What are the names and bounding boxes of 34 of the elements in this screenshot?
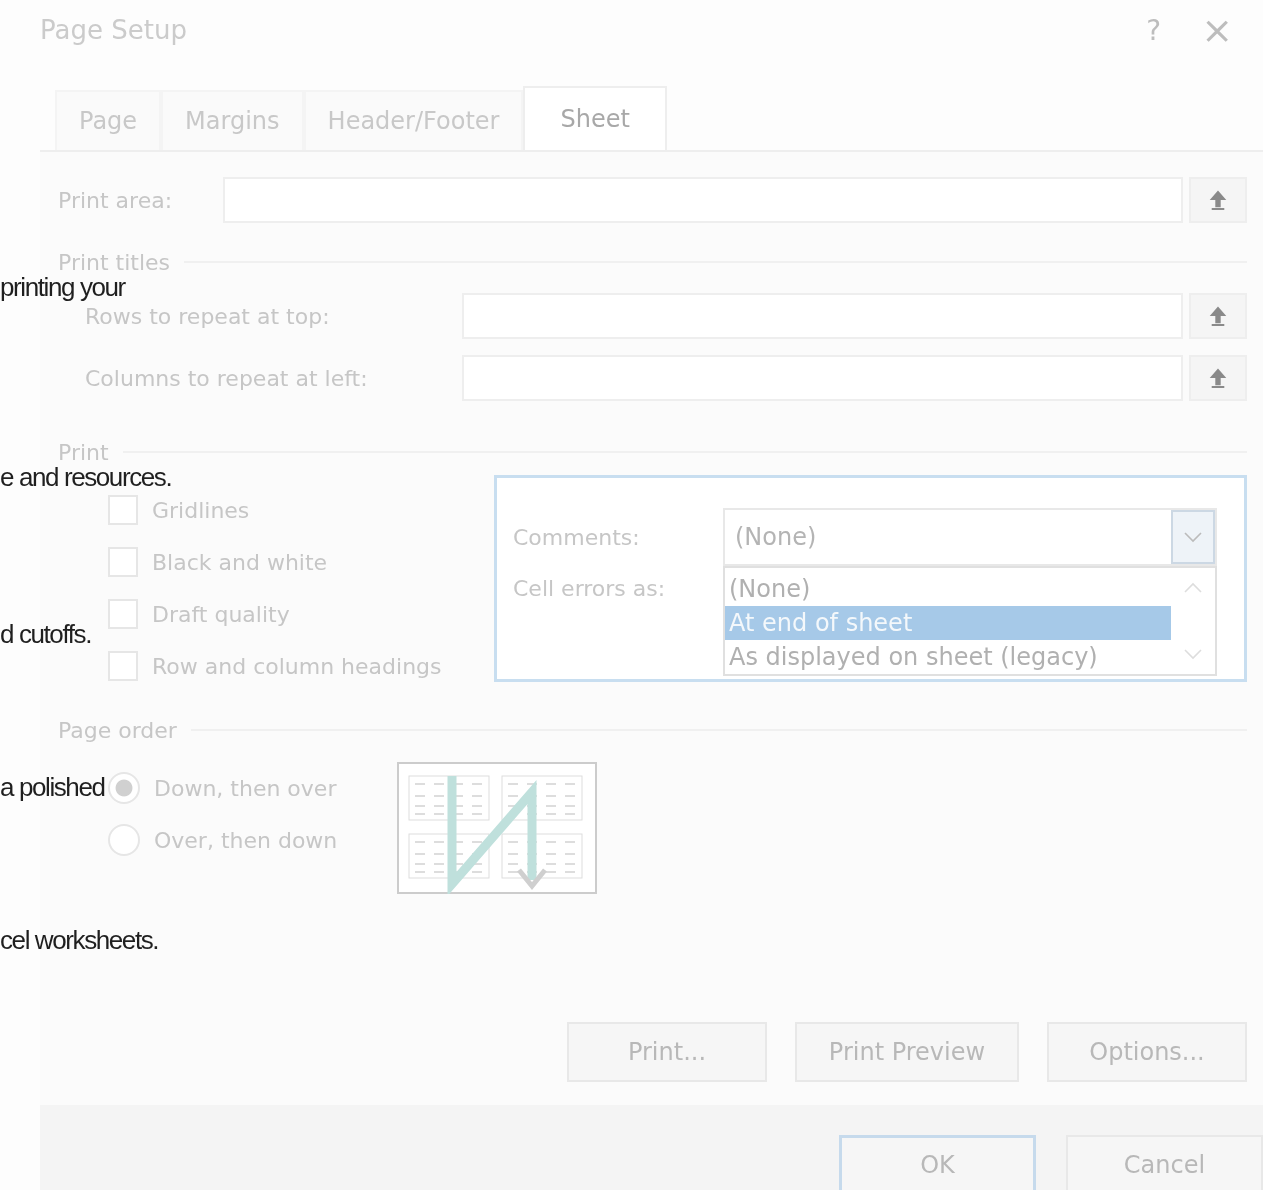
article-text: d cutoffs. — [0, 619, 92, 649]
checkbox[interactable] — [108, 495, 138, 525]
upload-arrow-icon — [1209, 305, 1227, 327]
checkbox[interactable] — [108, 651, 138, 681]
dialog-button[interactable]: Print... — [567, 1022, 767, 1082]
upload-arrow-icon — [1209, 367, 1227, 389]
collapse-button[interactable] — [1189, 355, 1247, 401]
checkbox[interactable] — [108, 599, 138, 629]
dialog-button[interactable]: Cancel — [1066, 1135, 1263, 1190]
dialog-button[interactable]: Options... — [1047, 1022, 1247, 1082]
radio-button[interactable] — [108, 772, 140, 804]
scroll-down-icon[interactable] — [1183, 648, 1203, 660]
collapse-button[interactable] — [1189, 293, 1247, 339]
article-text: printing your — [0, 272, 125, 302]
article-text: cel worksheets. — [0, 925, 159, 955]
article-text: e and resources. — [0, 462, 172, 492]
checkbox[interactable] — [108, 547, 138, 577]
scroll-up-icon[interactable] — [1183, 582, 1203, 594]
cell-errors-label: Cell errors as: — [513, 576, 666, 601]
collapse-button[interactable] — [1189, 177, 1247, 223]
dropdown-option[interactable]: At end of sheet — [725, 606, 1171, 640]
upload-arrow-icon — [1209, 189, 1227, 211]
close-button[interactable]: × — [1201, 8, 1233, 52]
dropdown-option[interactable]: As displayed on sheet (legacy) — [725, 640, 1171, 674]
dropdown-option[interactable]: (None) — [725, 572, 1171, 606]
dropdown-button[interactable] — [1171, 510, 1215, 564]
comments-label: Comments: — [513, 524, 641, 550]
radio-button[interactable] — [108, 824, 140, 856]
help-button[interactable]: ? — [1146, 13, 1162, 47]
dialog-button[interactable]: OK — [839, 1135, 1036, 1190]
caret-icon — [1183, 531, 1203, 543]
tab[interactable]: Sheet — [523, 86, 667, 150]
dialog-button[interactable]: Print Preview — [795, 1022, 1019, 1082]
article-text: a polished — [0, 772, 105, 802]
